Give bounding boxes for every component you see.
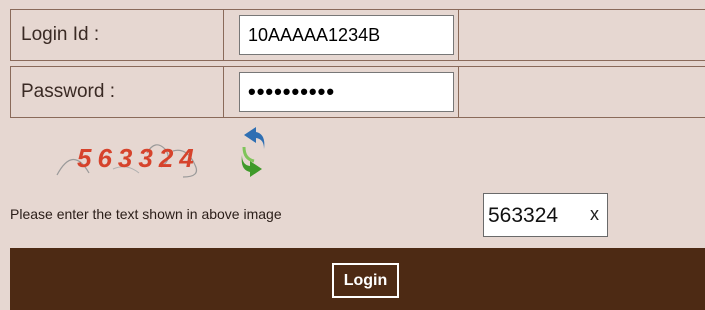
captcha-prompt: Please enter the text shown in above ima…: [10, 206, 282, 222]
captcha-section: 563324 Please enter the text shown in ab…: [10, 123, 705, 248]
login-panel: Login Id : Password : 563324: [0, 0, 705, 310]
refresh-captcha-icon[interactable]: [238, 125, 268, 179]
password-cell: [224, 67, 459, 117]
captcha-field: x: [483, 193, 608, 237]
login-id-row: Login Id :: [10, 9, 705, 61]
login-id-input[interactable]: [239, 15, 454, 55]
captcha-image: 563324: [55, 133, 220, 181]
clear-icon[interactable]: x: [590, 204, 599, 224]
captcha-input[interactable]: [486, 196, 580, 236]
captcha-text: 563324: [77, 143, 200, 173]
password-row: Password :: [10, 66, 705, 118]
password-input[interactable]: [239, 72, 454, 112]
password-label: Password :: [11, 67, 224, 117]
login-button[interactable]: Login: [332, 263, 399, 298]
login-id-cell: [224, 10, 459, 60]
footer-bar: Login: [10, 248, 705, 310]
login-id-label: Login Id :: [11, 10, 224, 60]
